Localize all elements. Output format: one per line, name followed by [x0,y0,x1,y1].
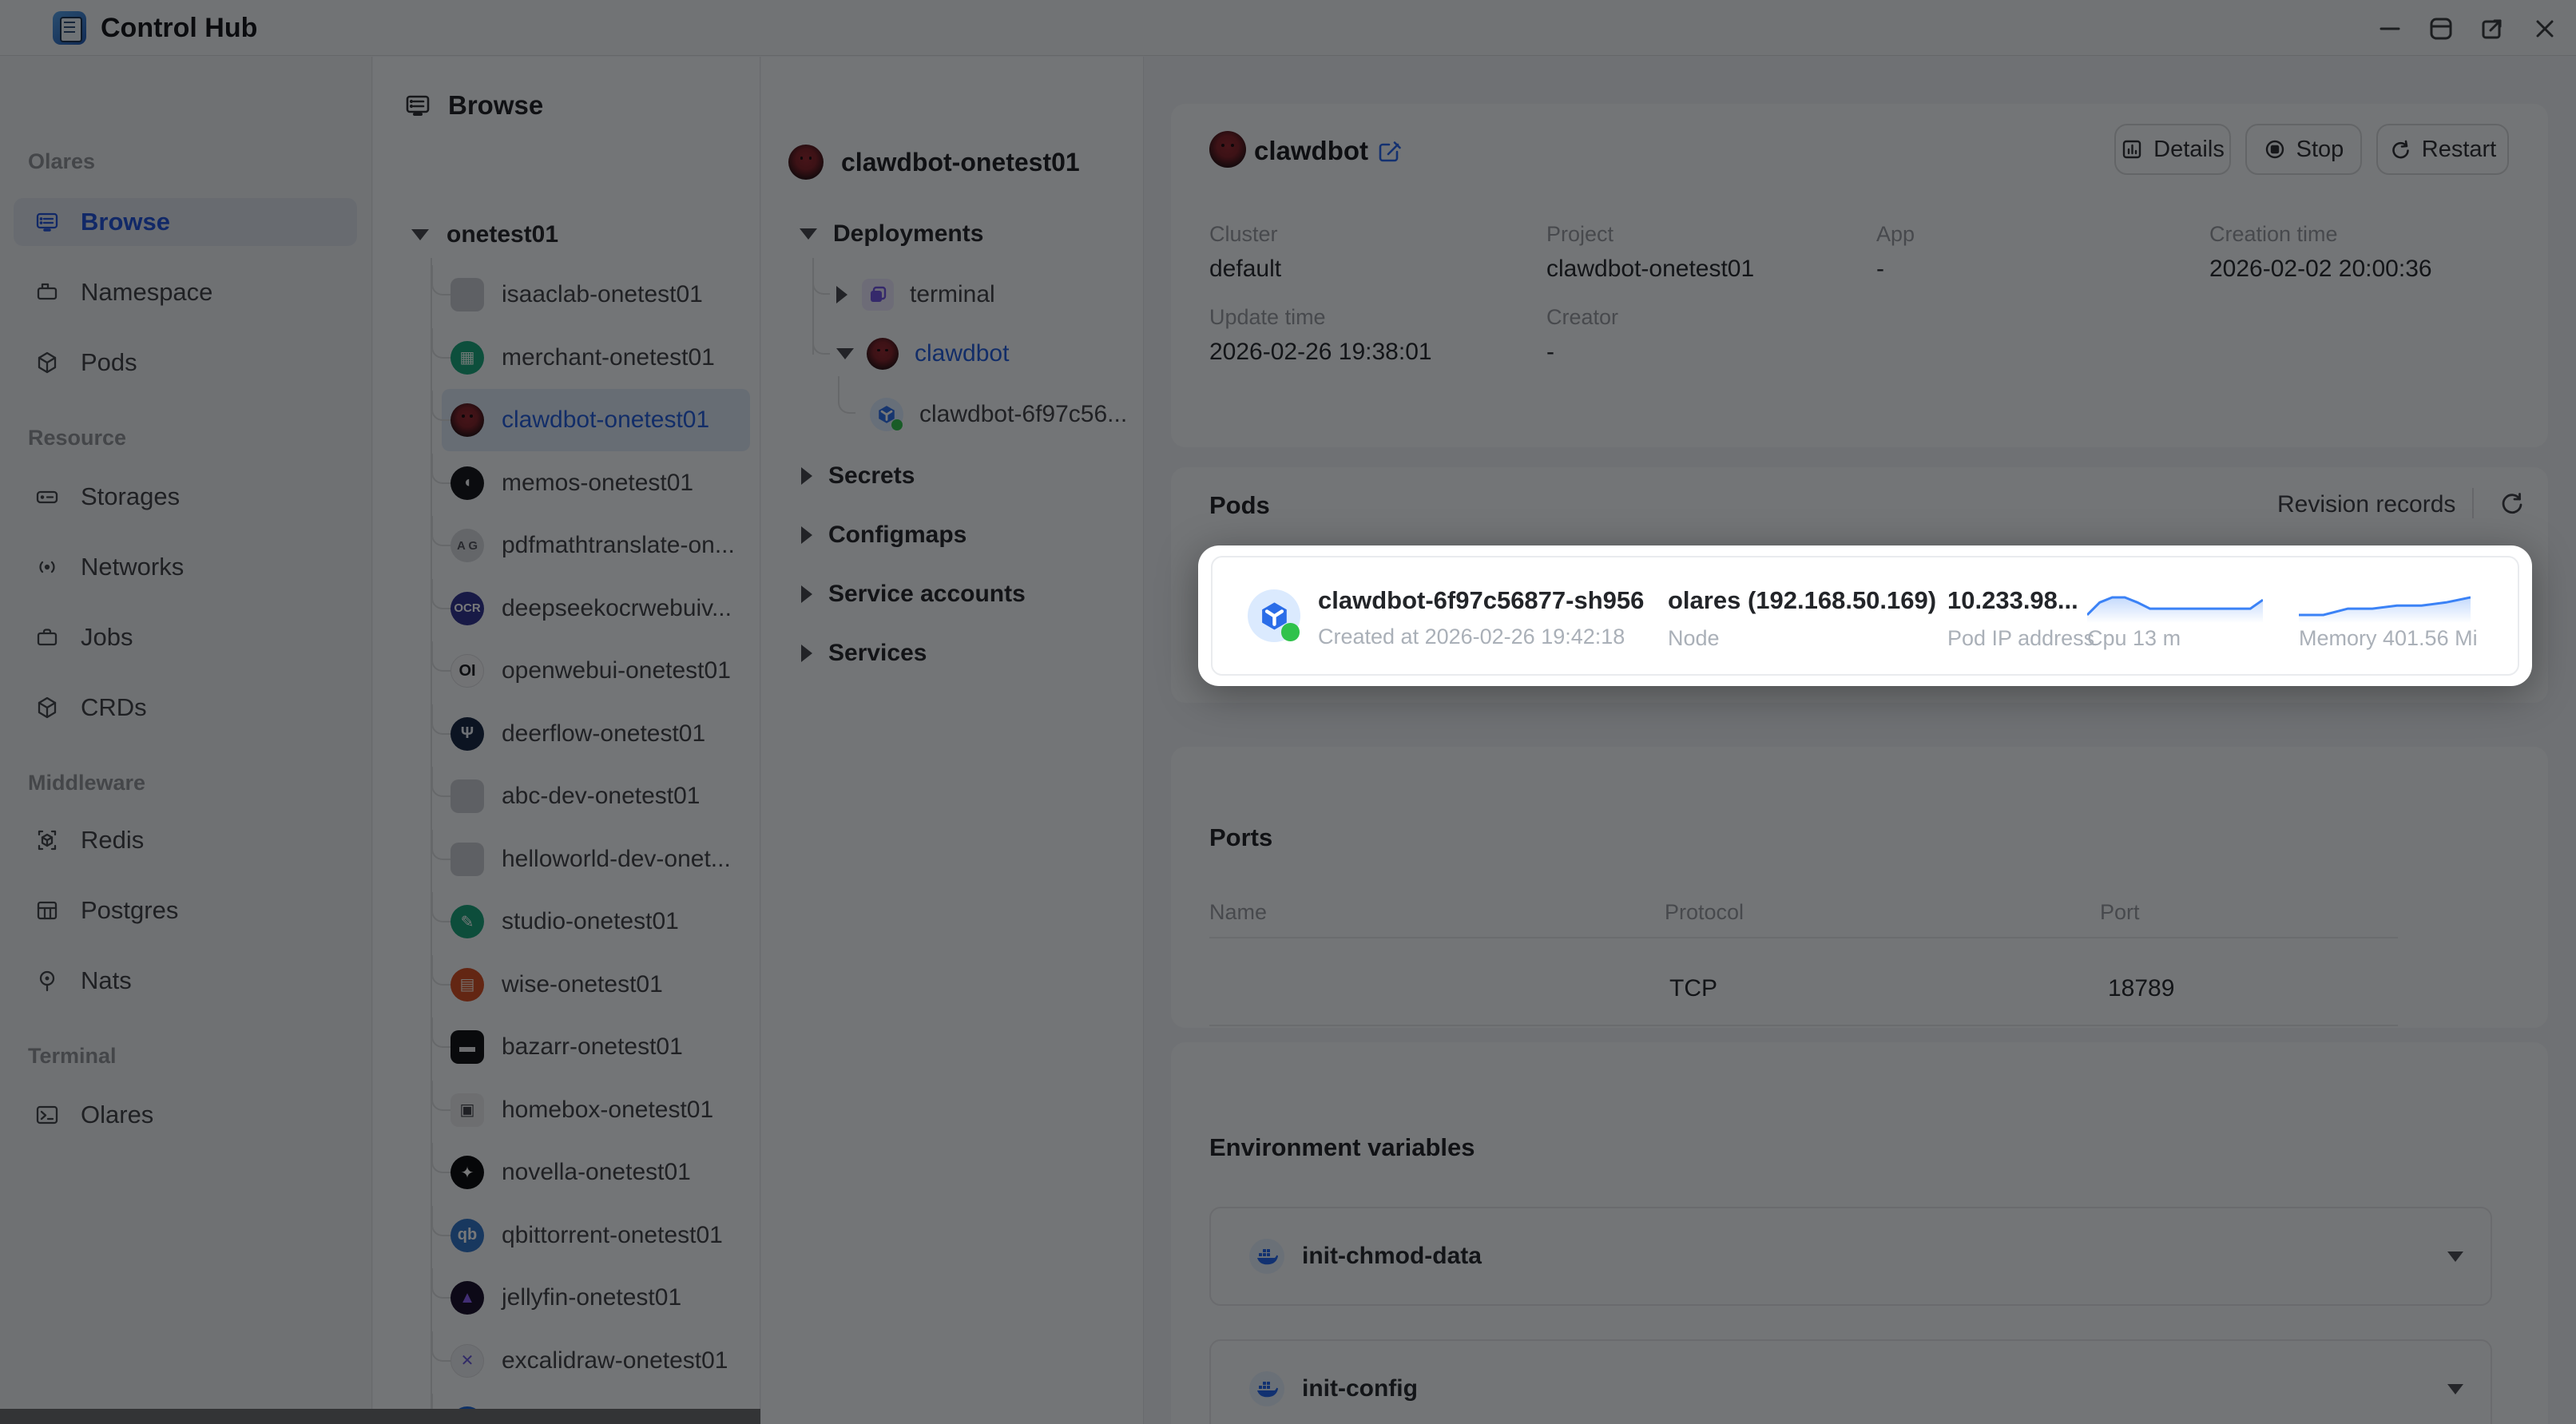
pod-ip-label: Pod IP address [1947,626,2095,650]
control-hub-window: Control Hub OlaresBrowseNamespacePodsRes… [0,0,2576,1424]
pod-status-dot [1281,623,1300,641]
memory-sparkline [2299,596,2471,623]
pod-cpu-label: Cpu 13 m [2087,626,2181,650]
pod-node-label: Node [1668,626,1720,650]
dim-overlay [0,0,2576,1424]
cpu-sparkline [2087,596,2263,623]
pod-memory-label: Memory 401.56 Mi [2299,626,2478,650]
pod-created-at: Created at 2026-02-26 19:42:18 [1318,625,1625,649]
pod-name: clawdbot-6f97c56877-sh956 [1318,586,1645,614]
pod-row-spotlight: clawdbot-6f97c56877-sh956 Created at 202… [1198,545,2532,686]
pod-row[interactable]: clawdbot-6f97c56877-sh956 Created at 202… [1211,556,2519,676]
pod-node-value: olares (192.168.50.169) [1668,586,1937,614]
pod-ip-value: 10.233.98... [1947,586,2078,614]
pod-icon [1248,589,1300,642]
